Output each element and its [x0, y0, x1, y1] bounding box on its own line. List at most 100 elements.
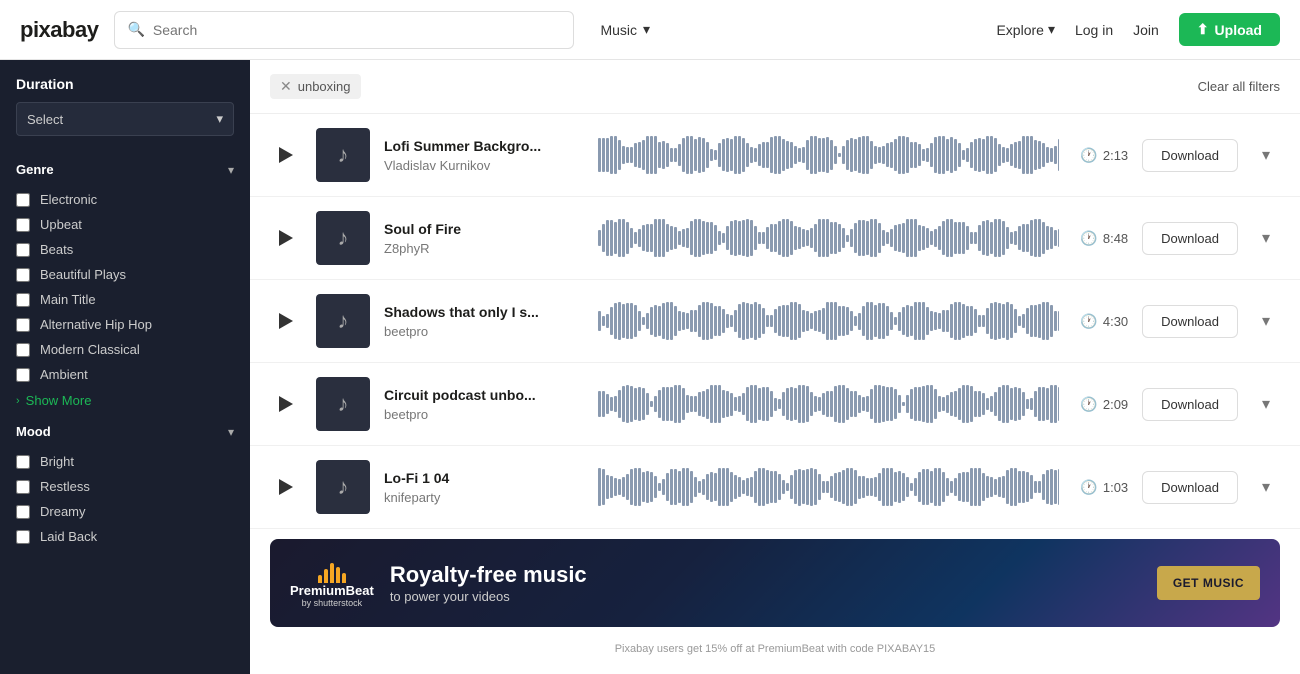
genre-checkbox[interactable]: [16, 268, 30, 282]
genre-label: Upbeat: [40, 217, 82, 232]
track-artist: Vladislav Kurnikov: [384, 158, 584, 173]
genre-label: Alternative Hip Hop: [40, 317, 152, 332]
download-button[interactable]: Download: [1142, 388, 1238, 421]
genre-checkbox[interactable]: [16, 318, 30, 332]
genre-checkbox[interactable]: [16, 218, 30, 232]
expand-button[interactable]: ▾: [1252, 473, 1280, 501]
bar5: [342, 573, 346, 583]
play-button[interactable]: [270, 388, 302, 420]
clear-filters-button[interactable]: Clear all filters: [1198, 79, 1280, 94]
track-list: ♪ Lofi Summer Backgro... Vladislav Kurni…: [250, 114, 1300, 529]
expand-button[interactable]: ▾: [1252, 224, 1280, 252]
show-more-button[interactable]: › Show More: [0, 387, 250, 414]
genre-checkbox[interactable]: [16, 293, 30, 307]
chevron-down-icon: ▾: [216, 111, 223, 127]
mood-checkbox[interactable]: [16, 530, 30, 544]
genre-item[interactable]: Electronic: [0, 187, 250, 212]
genre-label: Electronic: [40, 192, 97, 207]
upload-label: Upload: [1215, 22, 1262, 38]
mood-checkbox[interactable]: [16, 480, 30, 494]
ad-logo: PremiumBeat by shutterstock: [290, 559, 374, 608]
music-dropdown[interactable]: Music ▾: [590, 15, 660, 44]
chevron-right-icon: ›: [16, 395, 20, 407]
track-artist: Z8phyR: [384, 241, 584, 256]
music-note-icon: ♪: [338, 474, 349, 500]
track-thumbnail: ♪: [316, 294, 370, 348]
genre-item[interactable]: Ambient: [0, 362, 250, 387]
genre-item[interactable]: Beats: [0, 237, 250, 262]
duration-value: 4:30: [1103, 314, 1128, 329]
search-bar[interactable]: 🔍: [114, 11, 574, 49]
upload-button[interactable]: ⬆ Upload: [1179, 13, 1280, 46]
download-button[interactable]: Download: [1142, 305, 1238, 338]
waveform[interactable]: [598, 218, 1059, 258]
genre-item[interactable]: Modern Classical: [0, 337, 250, 362]
expand-button[interactable]: ▾: [1252, 390, 1280, 418]
genre-checkbox[interactable]: [16, 343, 30, 357]
track-thumbnail: ♪: [316, 460, 370, 514]
waveform[interactable]: [598, 467, 1059, 507]
mood-section-header[interactable]: Mood ▾: [0, 414, 250, 449]
genre-item[interactable]: Main Title: [0, 287, 250, 312]
explore-button[interactable]: Explore ▾: [996, 21, 1055, 38]
logo: pixabay: [20, 17, 98, 43]
expand-button[interactable]: ▾: [1252, 141, 1280, 169]
genre-item[interactable]: Upbeat: [0, 212, 250, 237]
clock-icon: 🕐: [1080, 230, 1097, 247]
play-button[interactable]: [270, 222, 302, 254]
genre-item[interactable]: Beautiful Plays: [0, 262, 250, 287]
mood-item[interactable]: Restless: [0, 474, 250, 499]
download-button[interactable]: Download: [1142, 139, 1238, 172]
ad-subline: to power your videos: [390, 589, 1141, 604]
genre-checkbox[interactable]: [16, 193, 30, 207]
content-area: ✕ unboxing Clear all filters ♪ Lofi Summ…: [250, 60, 1300, 674]
genre-section-header[interactable]: Genre ▾: [0, 152, 250, 187]
track-item: ♪ Lo-Fi 1 04 knifeparty 🕐 1:03 Download …: [250, 446, 1300, 529]
play-button[interactable]: [270, 305, 302, 337]
genre-checkbox[interactable]: [16, 243, 30, 257]
sidebar: Duration Select ▾ Genre ▾ ElectronicUpbe…: [0, 60, 250, 674]
chevron-up-icon: ▾: [228, 425, 234, 439]
duration-select[interactable]: Select ▾: [16, 102, 234, 136]
join-button[interactable]: Join: [1133, 22, 1159, 38]
mood-item[interactable]: Dreamy: [0, 499, 250, 524]
mood-title: Mood: [16, 424, 51, 439]
track-duration: 🕐 8:48: [1073, 230, 1128, 247]
waveform[interactable]: [598, 301, 1059, 341]
track-item: ♪ Soul of Fire Z8phyR 🕐 8:48 Download ▾: [250, 197, 1300, 280]
track-info: Soul of Fire Z8phyR: [384, 221, 584, 256]
search-input[interactable]: [153, 22, 562, 38]
genre-item[interactable]: Alternative Hip Hop: [0, 312, 250, 337]
genre-label: Main Title: [40, 292, 96, 307]
chevron-down-icon: ▾: [1048, 21, 1055, 38]
track-duration: 🕐 1:03: [1073, 479, 1128, 496]
track-duration: 🕐 2:13: [1073, 147, 1128, 164]
clock-icon: 🕐: [1080, 479, 1097, 496]
duration-value: 2:13: [1103, 148, 1128, 163]
expand-button[interactable]: ▾: [1252, 307, 1280, 335]
genre-checkbox[interactable]: [16, 368, 30, 382]
mood-item[interactable]: Bright: [0, 449, 250, 474]
waveform[interactable]: [598, 135, 1059, 175]
ad-text: Royalty-free music to power your videos: [390, 562, 1141, 603]
waveform[interactable]: [598, 384, 1059, 424]
mood-item[interactable]: Laid Back: [0, 524, 250, 549]
play-button[interactable]: [270, 139, 302, 171]
track-title: Circuit podcast unbo...: [384, 387, 584, 403]
mood-label: Dreamy: [40, 504, 86, 519]
login-button[interactable]: Log in: [1075, 22, 1113, 38]
mood-checkbox[interactable]: [16, 455, 30, 469]
music-note-icon: ♪: [338, 225, 349, 251]
play-icon: [279, 479, 293, 495]
download-button[interactable]: Download: [1142, 222, 1238, 255]
remove-filter-button[interactable]: ✕: [280, 78, 292, 95]
track-info: Shadows that only I s... beetpro: [384, 304, 584, 339]
play-icon: [279, 147, 293, 163]
clock-icon: 🕐: [1080, 147, 1097, 164]
download-button[interactable]: Download: [1142, 471, 1238, 504]
mood-checkbox[interactable]: [16, 505, 30, 519]
ad-logo-main: PremiumBeat: [290, 583, 374, 598]
clock-icon: 🕐: [1080, 396, 1097, 413]
play-button[interactable]: [270, 471, 302, 503]
ad-cta-button[interactable]: GET MUSIC: [1157, 566, 1260, 600]
